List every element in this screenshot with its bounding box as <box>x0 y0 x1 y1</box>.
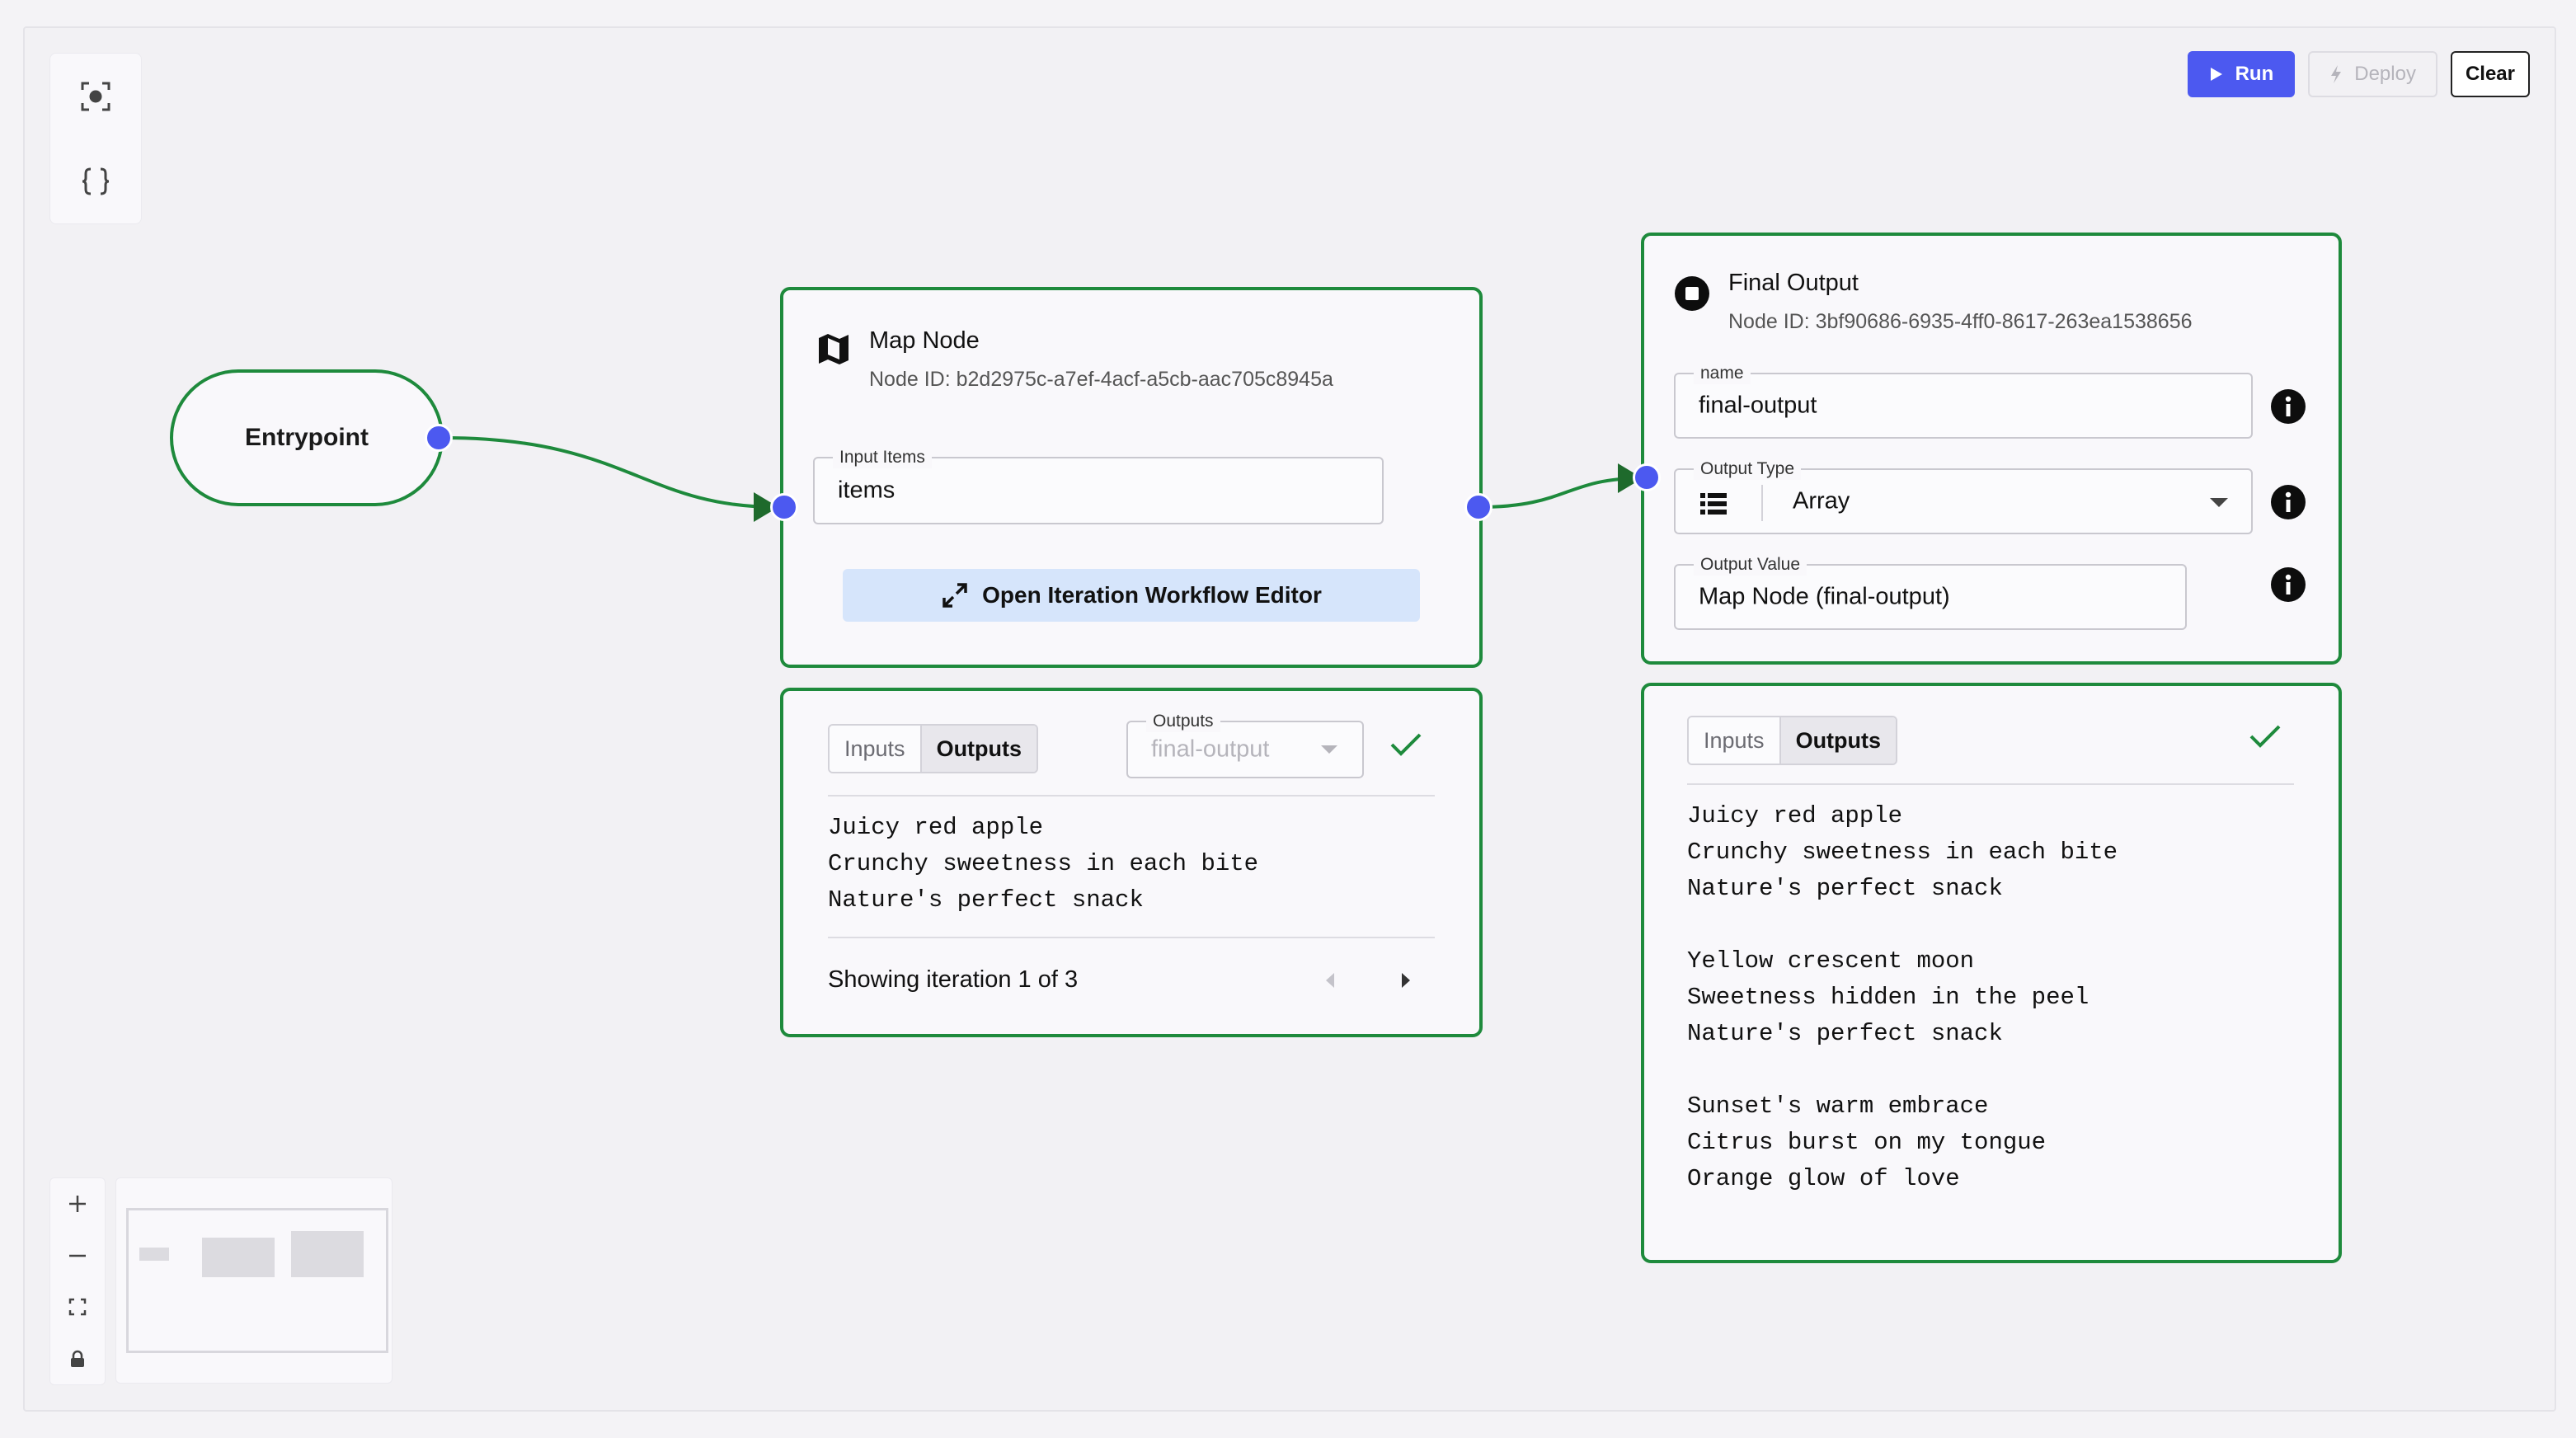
output-line: Yellow crescent moon <box>1687 947 1975 975</box>
entrypoint-node[interactable]: Entrypoint <box>170 369 444 506</box>
final-output-header: Final Output Node ID: 3bf90686-6935-4ff0… <box>1674 269 2193 334</box>
output-line: Juicy red apple <box>1687 802 1903 829</box>
final-output-title: Final Output <box>1728 270 1859 296</box>
final-results-tabs: Inputs Outputs <box>1687 716 1898 765</box>
minimap[interactable] <box>115 1177 393 1384</box>
output-line: Sweetness hidden in the peel <box>1687 984 2089 1011</box>
lock-icon[interactable] <box>61 1342 94 1375</box>
map-node-results-tabs: Inputs Outputs <box>828 724 1039 773</box>
run-label: Run <box>2235 63 2274 85</box>
tab-inputs[interactable]: Inputs <box>830 726 920 772</box>
chevron-down-icon <box>2210 498 2228 507</box>
output-type-divider <box>1761 485 1763 521</box>
final-results-divider <box>1687 783 2294 785</box>
list-icon <box>1700 493 1727 515</box>
chevron-down-icon <box>1321 745 1337 754</box>
input-items-label: Input Items <box>833 447 932 468</box>
map-node-id: Node ID: b2d2975c-a7ef-4acf-a5cb-aac705c… <box>869 367 1333 391</box>
final-results-text: Juicy red apple Crunchy sweetness in each… <box>1687 798 2118 1197</box>
output-type-label: Output Type <box>1694 458 1802 480</box>
expand-icon <box>942 583 967 608</box>
top-actions: Run Deploy Clear <box>2187 51 2530 97</box>
map-node-header: Map Node Node ID: b2d2975c-a7ef-4acf-a5c… <box>816 327 1333 392</box>
focus-icon[interactable] <box>69 70 122 123</box>
map-node-input-handle[interactable] <box>770 493 798 521</box>
zoom-in-icon[interactable] <box>61 1187 94 1220</box>
open-iteration-editor-label: Open Iteration Workflow Editor <box>982 582 1322 608</box>
map-node-title: Map Node <box>869 327 980 354</box>
zoom-out-icon[interactable] <box>61 1239 94 1272</box>
deploy-button[interactable]: Deploy <box>2308 51 2437 97</box>
name-field[interactable]: name final-output <box>1674 363 2253 439</box>
output-line: Orange glow of love <box>1687 1165 1960 1192</box>
tab-outputs[interactable]: Outputs <box>1779 717 1897 764</box>
output-line: Nature's perfect snack <box>1687 875 2003 902</box>
output-line: Crunchy sweetness in each bite <box>828 850 1259 877</box>
lightning-icon <box>2331 65 2342 83</box>
final-output-input-handle[interactable] <box>1633 463 1661 491</box>
iteration-status: Showing iteration 1 of 3 <box>828 966 1079 993</box>
minimap-node-final-output <box>291 1231 364 1277</box>
name-field-label: name <box>1694 363 1751 384</box>
entrypoint-label: Entrypoint <box>245 424 369 451</box>
output-line: Citrus burst on my tongue <box>1687 1129 2047 1156</box>
outputs-select[interactable]: Outputs final-output <box>1126 711 1364 778</box>
run-button[interactable]: Run <box>2187 51 2296 97</box>
map-results-divider-bottom <box>828 937 1435 938</box>
map-results-divider-top <box>828 795 1435 797</box>
previous-iteration-icon[interactable] <box>1323 971 1337 989</box>
name-field-value: final-output <box>1699 392 1817 419</box>
clear-button[interactable]: Clear <box>2450 51 2530 97</box>
outputs-select-label: Outputs <box>1146 711 1220 732</box>
name-info-icon[interactable] <box>2271 389 2306 424</box>
minimap-node-entrypoint <box>139 1248 169 1261</box>
map-results-text: Juicy red apple Crunchy sweetness in each… <box>828 810 1258 919</box>
output-value-field[interactable]: Output Value Map Node (final-output) <box>1674 554 2187 630</box>
entrypoint-output-handle[interactable] <box>425 424 453 452</box>
open-iteration-editor-button[interactable]: Open Iteration Workflow Editor <box>843 569 1420 622</box>
zoom-controls <box>49 1177 106 1385</box>
map-node-output-handle[interactable] <box>1464 493 1492 521</box>
map-icon <box>819 334 848 364</box>
outputs-select-value: final-output <box>1151 735 1270 763</box>
final-output-id: Node ID: 3bf90686-6935-4ff0-8617-263ea15… <box>1728 309 2193 333</box>
output-line: Nature's perfect snack <box>1687 1020 2003 1047</box>
output-type-select[interactable]: Output Type Array <box>1674 458 2253 534</box>
fit-view-icon[interactable] <box>61 1290 94 1323</box>
canvas-tool-panel <box>49 53 142 224</box>
output-value-value: Map Node (final-output) <box>1699 583 1950 610</box>
deploy-label: Deploy <box>2354 63 2416 85</box>
output-value-label: Output Value <box>1694 554 1807 576</box>
braces-icon[interactable] <box>69 155 122 208</box>
stop-circle-icon <box>1675 276 1709 311</box>
tab-outputs[interactable]: Outputs <box>919 726 1037 772</box>
output-type-value: Array <box>1793 487 1850 515</box>
check-icon <box>1390 733 1422 756</box>
minimap-viewport[interactable] <box>126 1208 388 1353</box>
input-items-value: items <box>838 477 895 504</box>
output-type-info-icon[interactable] <box>2271 485 2306 519</box>
output-line: Crunchy sweetness in each bite <box>1687 839 2118 866</box>
output-line: Nature's perfect snack <box>828 886 1144 914</box>
output-line: Juicy red apple <box>828 814 1044 841</box>
input-items-field[interactable]: Input Items items <box>813 447 1384 524</box>
output-line: Sunset's warm embrace <box>1687 1093 1989 1120</box>
output-value-info-icon[interactable] <box>2271 567 2306 602</box>
check-icon <box>2249 725 2281 748</box>
play-icon <box>2210 68 2222 81</box>
next-iteration-icon[interactable] <box>1398 971 1413 989</box>
tab-inputs[interactable]: Inputs <box>1689 717 1779 764</box>
minimap-node-map <box>202 1238 275 1277</box>
